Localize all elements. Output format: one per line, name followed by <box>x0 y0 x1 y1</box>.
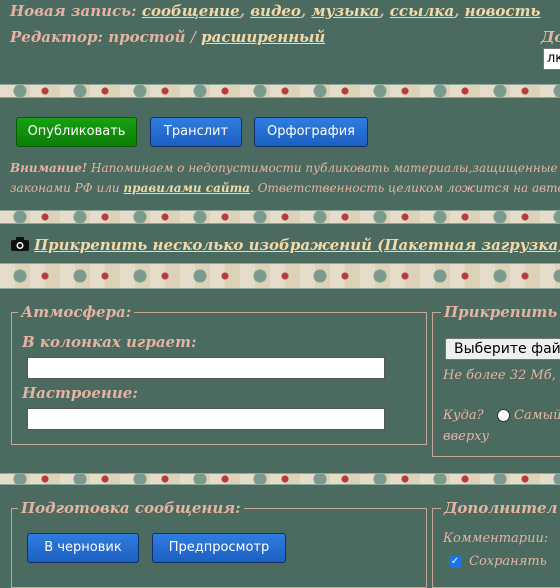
warning-line1: Напоминаем о недопустимости публиковать … <box>91 161 558 175</box>
right-cut-input[interactable]: лк <box>543 48 560 70</box>
site-rules-link[interactable]: правилами сайта <box>123 181 250 195</box>
extra-fieldset <box>432 508 560 588</box>
save-checkbox[interactable]: ✓ <box>449 556 461 568</box>
file-limit-text: Не более 32 Мб, <box>443 368 556 383</box>
editor-separator: / <box>190 28 196 46</box>
playing-label: В колонках играет: <box>22 333 197 351</box>
warning-line2-start: законами РФ или <box>10 181 120 195</box>
mood-input[interactable] <box>27 408 385 430</box>
decorative-band <box>0 84 560 98</box>
batch-upload-link[interactable]: Прикрепить несколько изображений (Пакетн… <box>34 236 560 254</box>
where-radio[interactable] <box>497 409 510 422</box>
publish-button[interactable]: Опубликовать <box>16 117 137 147</box>
decorative-band <box>0 210 560 224</box>
warning-bold: Внимание! <box>10 161 88 175</box>
translit-button[interactable]: Транслит <box>150 117 242 147</box>
atmosphere-legend: Атмосфера: <box>18 303 135 321</box>
comments-label: Комментарии: <box>443 531 549 546</box>
warning-text: Внимание! Напоминаем о недопустимости пу… <box>10 158 560 198</box>
link-music[interactable]: музыка <box>311 2 379 20</box>
link-link[interactable]: ссылка <box>390 2 454 20</box>
new-post-row: Новая запись: сообщение, видео, музыка, … <box>10 2 541 20</box>
batch-upload-row: Прикрепить несколько изображений (Пакетн… <box>10 236 560 256</box>
new-post-label: Новая запись: <box>10 2 137 20</box>
decorative-band <box>0 473 560 485</box>
editor-label: Редактор: <box>10 28 104 46</box>
mood-label: Настроение: <box>22 384 138 402</box>
right-cut-label: До <box>541 28 560 46</box>
editor-row: Редактор: простой / расширенный <box>10 28 325 46</box>
editor-simple[interactable]: простой <box>108 28 185 46</box>
decorative-band <box>0 263 560 289</box>
choose-file-button[interactable]: Выберите фай <box>445 338 560 360</box>
link-video[interactable]: видео <box>250 2 301 20</box>
warning-line2-end: . Ответственность целиком ложится на авт… <box>250 181 560 195</box>
where-label: Куда? <box>443 408 484 423</box>
playing-input[interactable] <box>27 357 385 379</box>
attach-legend: Прикрепить <box>441 303 560 321</box>
draft-button[interactable]: В черновик <box>27 533 139 563</box>
link-message[interactable]: сообщение <box>142 2 240 20</box>
save-label: Сохранять <box>469 554 547 569</box>
prepare-legend: Подготовка сообщения: <box>18 499 244 517</box>
extra-legend: Дополнител <box>441 499 560 517</box>
spelling-button[interactable]: Орфография <box>254 117 368 147</box>
link-news[interactable]: новость <box>465 2 541 20</box>
camera-icon <box>10 236 30 256</box>
editor-extended-link[interactable]: расширенный <box>201 28 325 46</box>
where-option-label: Самый <box>514 408 560 423</box>
preview-button[interactable]: Предпросмотр <box>152 533 286 563</box>
up-label: вверху <box>443 429 490 444</box>
